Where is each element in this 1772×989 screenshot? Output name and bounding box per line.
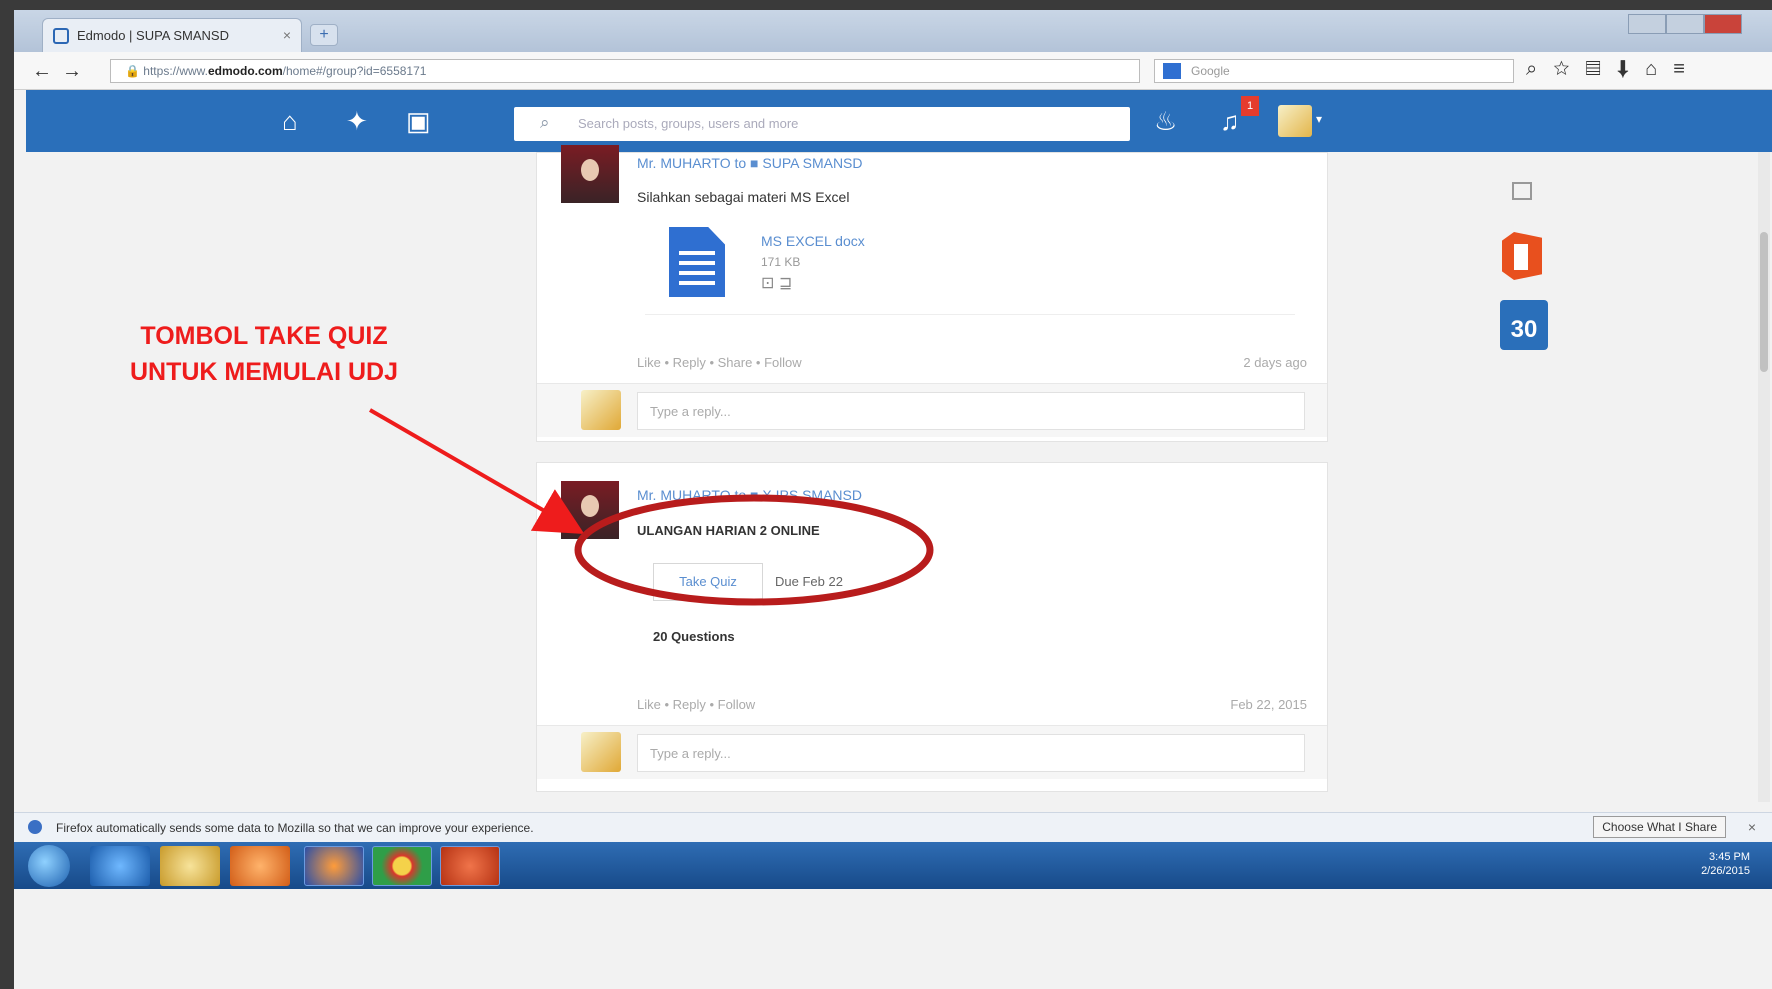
firefox-notification-bar: Firefox automatically sends some data to…	[14, 812, 1772, 842]
clock-time: 3:45 PM	[1709, 851, 1750, 863]
info-icon	[28, 820, 42, 834]
annotation-circle	[574, 494, 934, 606]
close-icon[interactable]: ×	[1748, 819, 1756, 835]
powerpoint-icon[interactable]	[440, 846, 500, 886]
media-player-icon[interactable]	[230, 846, 290, 886]
firefox-icon[interactable]	[304, 846, 364, 886]
file-explorer-icon[interactable]	[160, 846, 220, 886]
internet-explorer-icon[interactable]	[90, 846, 150, 886]
annotation-arrow	[368, 408, 585, 535]
clock-date: 2/26/2015	[1701, 865, 1750, 877]
notification-text: Firefox automatically sends some data to…	[56, 821, 534, 835]
windows-taskbar: 3:45 PM 2/26/2015	[14, 842, 1772, 889]
system-tray-clock[interactable]: 3:45 PM 2/26/2015	[1701, 850, 1750, 878]
chrome-icon[interactable]	[372, 846, 432, 886]
screen: Edmodo | SUPA SMANSD × + ← → 🔒 https://w…	[14, 10, 1772, 989]
choose-what-i-share-button[interactable]: Choose What I Share	[1593, 816, 1726, 838]
start-button[interactable]	[28, 845, 70, 887]
